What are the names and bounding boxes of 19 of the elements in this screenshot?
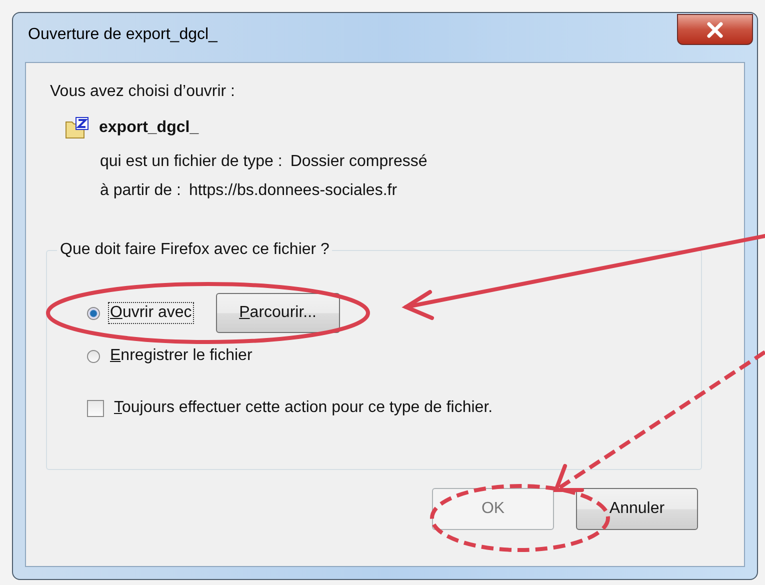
close-button[interactable] [677, 14, 753, 45]
file-name: export_dgcl_ [99, 119, 199, 137]
zip-file-icon [65, 117, 89, 139]
close-icon [706, 22, 724, 38]
type-value: Dossier compressé [290, 153, 428, 171]
radio-button[interactable] [87, 306, 100, 320]
type-label: qui est un fichier de type : [100, 153, 282, 171]
group-legend: Que doit faire Firefox avec ce fichier ? [57, 241, 332, 259]
cancel-button[interactable]: Annuler [576, 488, 698, 530]
intro-text: Vous avez choisi d’ouvrir : [50, 83, 236, 101]
source-url: https://bs.donnees-sociales.fr [188, 182, 398, 200]
checkbox[interactable] [87, 400, 104, 416]
source-label: à partir de : [100, 182, 181, 200]
radio-button[interactable] [87, 350, 100, 362]
browse-button[interactable]: Parcourir... [216, 293, 340, 333]
checkbox-label[interactable]: Toujours effectuer cette action pour ce type de fichier. [112, 397, 495, 419]
radio-label[interactable]: Enregistrer le fichier [108, 345, 254, 367]
radio-label[interactable]: Ouvrir avec [108, 302, 194, 324]
window-title: Ouverture de export_dgcl_ [28, 26, 218, 44]
